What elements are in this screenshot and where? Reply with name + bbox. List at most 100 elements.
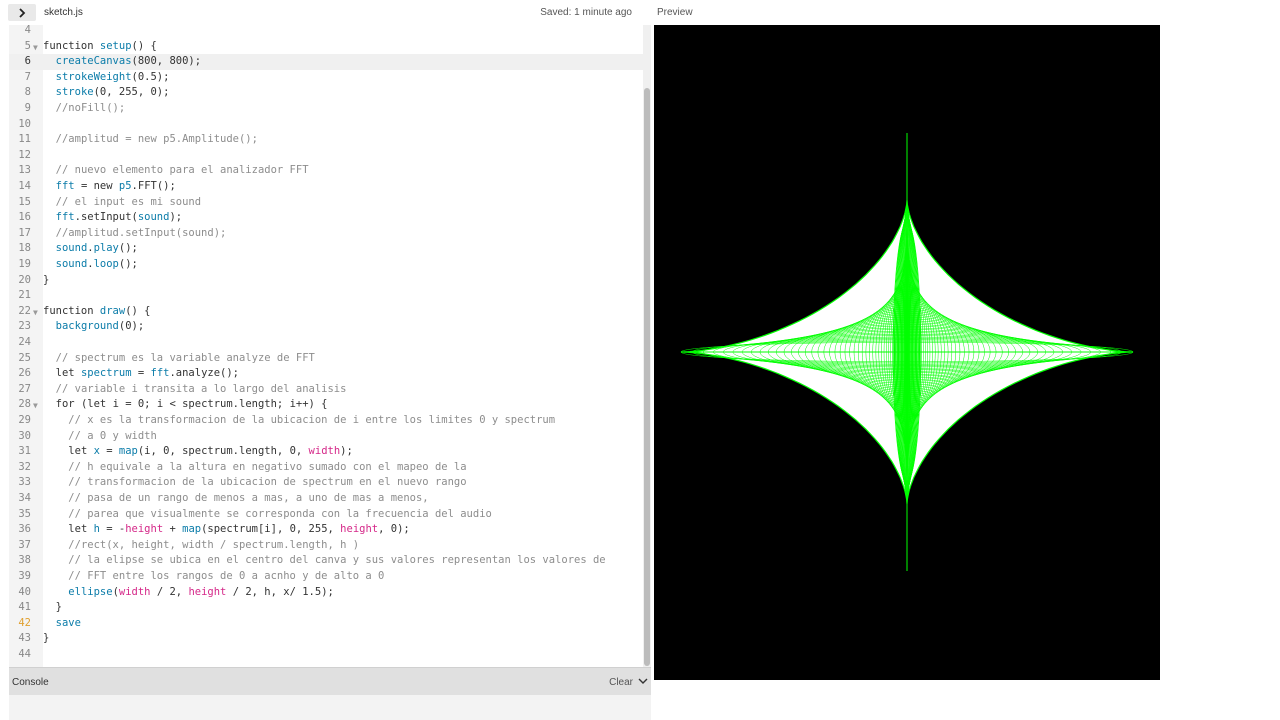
code-line[interactable]: 27 // variable i transita a lo largo del… [9, 382, 643, 398]
code-line[interactable]: 6 createCanvas(800, 800); [9, 54, 643, 70]
code-text: let spectrum = fft.analyze(); [55, 367, 240, 380]
code-text: save [55, 616, 81, 629]
code-line[interactable]: 32 // h equivale a la altura en negativo… [9, 460, 643, 476]
line-number: 32 [18, 460, 31, 473]
code-line[interactable]: 22 ▼ function draw() { [9, 304, 643, 320]
line-number: 14 [18, 180, 31, 192]
line-number: 39 [18, 570, 31, 582]
line-number: 4 [24, 25, 31, 36]
code-text: let x = map(i, 0, spectrum.length, 0, wi… [68, 445, 353, 458]
code-editor[interactable]: 4 5 ▼ function setup() {6 createCanvas(800,… [9, 25, 643, 667]
line-number: 10 [18, 117, 31, 130]
sidebar-toggle-button[interactable] [8, 4, 36, 21]
code-line[interactable]: 43} [9, 631, 643, 647]
editor-header: sketch.js Saved: 1 minute ago [0, 0, 651, 25]
file-name-tab[interactable]: sketch.js [44, 7, 83, 18]
code-line[interactable]: 9 //noFill(); [9, 101, 643, 117]
code-line[interactable]: 10 [9, 117, 643, 133]
code-text: // nuevo elemento para el analizador FFT [55, 164, 309, 177]
code-line[interactable]: 42 save [9, 616, 643, 632]
code-text: // pasa de un rango de menos a mas, a un… [68, 492, 429, 504]
line-number: 7 [24, 70, 31, 83]
fold-arrow-icon[interactable]: ▼ [33, 40, 38, 56]
line-number: 28 [18, 398, 31, 411]
console-label: Console [12, 677, 49, 688]
code-text: createCanvas(800, 800); [55, 55, 202, 68]
chevron-down-icon[interactable] [638, 676, 648, 686]
saved-status: Saved: 1 minute ago [540, 7, 632, 18]
line-number: 34 [18, 492, 31, 504]
code-line[interactable]: 13 // nuevo elemento para el analizador … [9, 163, 643, 179]
line-number: 16 [18, 211, 31, 224]
fft-visualization [680, 133, 1134, 571]
code-line[interactable]: 34 // pasa de un rango de menos a mas, a… [9, 491, 643, 507]
code-text: } [43, 273, 50, 286]
code-text: fft = new p5.FFT(); [55, 180, 176, 192]
code-line[interactable]: 36 let h = -height + map(spectrum[i], 0,… [9, 522, 643, 538]
line-number: 6 [24, 55, 31, 68]
line-number: 18 [18, 242, 31, 255]
line-number: 8 [24, 86, 31, 99]
editor-scrollbar-thumb[interactable] [644, 88, 650, 666]
line-number: 17 [18, 226, 31, 239]
code-text: background(0); [55, 320, 145, 333]
code-line[interactable]: 44 [9, 647, 643, 663]
code-text: // spectrum es la variable analyze de FF… [55, 351, 315, 364]
code-text: //rect(x, height, width / spectrum.lengt… [68, 538, 360, 551]
line-number: 38 [18, 554, 31, 567]
code-line[interactable]: 35 // parea que visualmente se correspon… [9, 507, 643, 523]
code-text: for (let i = 0; i < spectrum.length; i++… [55, 398, 328, 411]
code-text: sound.play(); [55, 242, 138, 255]
code-line[interactable]: 28 ▼ for (let i = 0; i < spectrum.length;… [9, 397, 643, 413]
code-text: // parea que visualmente se corresponda … [68, 507, 492, 520]
preview-canvas[interactable] [654, 25, 1160, 680]
code-line[interactable]: 19 sound.loop(); [9, 257, 643, 273]
code-text: strokeWeight(0.5); [55, 70, 170, 83]
line-number: 35 [18, 507, 31, 520]
code-text: //amplitud.setInput(sound); [55, 226, 227, 239]
line-number: 19 [18, 258, 31, 270]
code-line[interactable]: 39 // FFT entre los rangos de 0 a acnho … [9, 569, 643, 585]
code-line[interactable]: 14 fft = new p5.FFT(); [9, 179, 643, 195]
code-line[interactable]: 18 sound.play(); [9, 241, 643, 257]
code-line[interactable]: 24 [9, 335, 643, 351]
line-number: 43 [18, 632, 31, 645]
code-line[interactable]: 17 //amplitud.setInput(sound); [9, 226, 643, 242]
code-line[interactable]: 11 //amplitud = new p5.Amplitude(); [9, 132, 643, 148]
code-line[interactable]: 7 strokeWeight(0.5); [9, 70, 643, 86]
code-line[interactable]: 4 [9, 25, 643, 39]
console-clear-button[interactable]: Clear [609, 677, 633, 688]
code-line[interactable]: 5 ▼ function setup() { [9, 39, 643, 55]
code-line[interactable]: 26 let spectrum = fft.analyze(); [9, 366, 643, 382]
code-line[interactable]: 31 let x = map(i, 0, spectrum.length, 0,… [9, 444, 643, 460]
fold-arrow-icon[interactable]: ▼ [33, 398, 38, 414]
code-text: let h = -height + map(spectrum[i], 0, 25… [68, 523, 410, 536]
code-line[interactable]: 33 // transformacion de la ubicacion de … [9, 475, 643, 491]
code-text: } [43, 632, 50, 645]
code-line[interactable]: 30 // a 0 y width [9, 429, 643, 445]
code-line[interactable]: 8 stroke(0, 255, 0); [9, 85, 643, 101]
fold-arrow-icon[interactable]: ▼ [33, 305, 38, 321]
code-line[interactable]: 15 // el input es mi sound [9, 195, 643, 211]
line-number: 11 [18, 133, 31, 146]
code-text: // el input es mi sound [55, 195, 202, 208]
code-text: // a 0 y width [68, 429, 157, 442]
code-line[interactable]: 40 ellipse(width / 2, height / 2, h, x/ … [9, 585, 643, 601]
line-number: 37 [18, 538, 31, 551]
code-line[interactable]: 20} [9, 273, 643, 289]
line-number: 5 [24, 39, 31, 52]
code-line[interactable]: 12 [9, 148, 643, 164]
line-number: 27 [18, 382, 31, 395]
code-line[interactable]: 38 // la elipse se ubica en el centro de… [9, 553, 643, 569]
code-line[interactable]: 37 //rect(x, height, width / spectrum.le… [9, 538, 643, 554]
code-line[interactable]: 29 // x es la transformacion de la ubica… [9, 413, 643, 429]
code-line[interactable]: 23 background(0); [9, 319, 643, 335]
code-line[interactable]: 41 } [9, 600, 643, 616]
code-line[interactable]: 21 [9, 288, 643, 304]
code-text: //noFill(); [55, 102, 126, 114]
line-number: 40 [18, 585, 31, 598]
code-text: // variable i transita a lo largo del an… [55, 382, 347, 395]
line-number: 15 [18, 195, 31, 208]
code-line[interactable]: 16 fft.setInput(sound); [9, 210, 643, 226]
code-line[interactable]: 25 // spectrum es la variable analyze de… [9, 351, 643, 367]
